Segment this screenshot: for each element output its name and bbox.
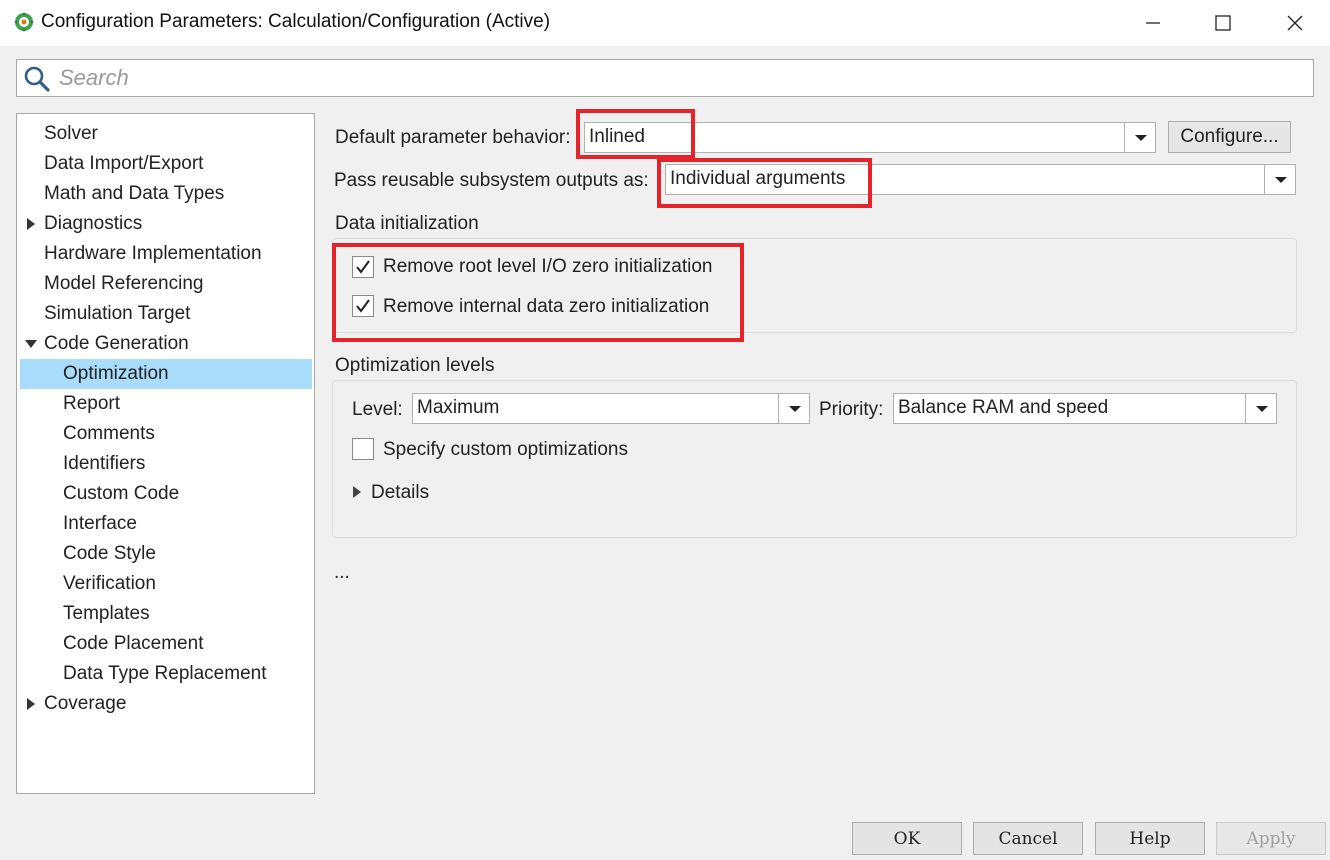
highlight-box [576,109,695,159]
level-value: Maximum [417,397,500,418]
configure-button[interactable]: Configure... [1168,121,1291,153]
custom-opt-label[interactable]: Specify custom optimizations [383,439,628,461]
tree-item-label: Data Type Replacement [63,663,267,684]
close-button[interactable] [1260,0,1330,46]
tree-item-label: Custom Code [63,483,180,504]
collapse-arrow-icon[interactable] [25,340,37,348]
priority-dropdown[interactable]: Balance RAM and speed [893,393,1277,424]
custom-opt-checkbox[interactable] [352,438,374,460]
level-dropdown[interactable]: Maximum [412,393,810,424]
tree-item-label: Simulation Target [44,303,191,324]
window-title: Configuration Parameters: Calculation/Co… [41,11,551,32]
help-button[interactable]: Help [1095,822,1205,855]
tree-item-label: Report [63,393,121,414]
minimize-icon [1146,22,1160,24]
tree-item-model-referencing[interactable]: Model Referencing [17,269,314,299]
priority-value: Balance RAM and speed [898,397,1109,418]
apply-button[interactable]: Apply [1216,822,1326,855]
tree-item-report[interactable]: Report [17,389,314,419]
tree-item-label: Optimization [63,363,169,384]
tree-item-code-style[interactable]: Code Style [17,539,314,569]
chevron-down-icon[interactable] [1124,123,1155,152]
tree-item-label: Templates [63,603,150,624]
tree-item-data-import-export[interactable]: Data Import/Export [17,149,314,179]
tree-item-label: Hardware Implementation [44,243,262,264]
level-label: Level: [352,399,403,420]
expand-arrow-icon[interactable] [27,218,35,230]
expand-arrow-icon[interactable] [352,485,362,499]
data-init-heading: Data initialization [335,213,479,234]
pass-reusable-label: Pass reusable subsystem outputs as: [334,170,649,191]
tree-item-math-and-data-types[interactable]: Math and Data Types [17,179,314,209]
tree-item-optimization[interactable]: Optimization [17,359,314,389]
chevron-down-icon[interactable] [778,394,809,423]
highlight-box [332,243,744,342]
maximize-button[interactable] [1188,0,1258,46]
tree-item-label: Diagnostics [44,213,143,234]
tree-item-label: Code Style [63,543,156,564]
tree-item-label: Verification [63,573,156,594]
tree-item-custom-code[interactable]: Custom Code [17,479,314,509]
tree-item-label: Coverage [44,693,127,714]
chevron-down-icon[interactable] [1264,165,1295,194]
simulink-app-icon [14,12,34,32]
category-tree: Solver Data Import/Export Math and Data Ty… [16,113,315,794]
tree-item-label: Solver [44,123,98,144]
details-label[interactable]: Details [371,482,429,504]
tree-item-label: Code Placement [63,633,204,654]
tree-item-code-generation[interactable]: Code Generation [17,329,314,359]
cancel-button[interactable]: Cancel [973,822,1083,855]
tree-item-diagnostics[interactable]: Diagnostics [17,209,314,239]
tree-item-label: Math and Data Types [44,183,225,204]
tree-item-verification[interactable]: Verification [17,569,314,599]
tree-item-data-type-replacement[interactable]: Data Type Replacement [17,659,314,689]
minimize-button[interactable] [1118,0,1188,46]
maximize-icon [1215,15,1231,31]
opt-levels-heading: Optimization levels [335,355,495,376]
close-icon [1287,15,1303,31]
tree-item-code-placement[interactable]: Code Placement [17,629,314,659]
tree-item-solver[interactable]: Solver [17,119,314,149]
tree-item-identifiers[interactable]: Identifiers [17,449,314,479]
search-icon [24,66,50,92]
tree-item-interface[interactable]: Interface [17,509,314,539]
tree-item-label: Model Referencing [44,273,204,294]
tree-item-label: Interface [63,513,137,534]
more-ellipsis: ... [334,562,350,583]
tree-item-templates[interactable]: Templates [17,599,314,629]
search-input[interactable] [57,61,1307,95]
tree-item-coverage[interactable]: Coverage [17,689,314,719]
default-param-label: Default parameter behavior: [335,127,571,148]
expand-arrow-icon[interactable] [27,698,35,710]
tree-item-label: Code Generation [44,333,189,354]
search-box[interactable] [16,59,1314,97]
tree-item-hardware-implementation[interactable]: Hardware Implementation [17,239,314,269]
priority-label: Priority: [819,399,884,420]
tree-item-label: Comments [63,423,155,444]
tree-item-label: Data Import/Export [44,153,204,174]
highlight-box [657,158,872,208]
tree-item-comments[interactable]: Comments [17,419,314,449]
title-bar: Configuration Parameters: Calculation/Co… [0,0,1330,46]
chevron-down-icon[interactable] [1245,394,1276,423]
tree-item-label: Identifiers [63,453,146,474]
tree-item-simulation-target[interactable]: Simulation Target [17,299,314,329]
ok-button[interactable]: OK [852,822,962,855]
